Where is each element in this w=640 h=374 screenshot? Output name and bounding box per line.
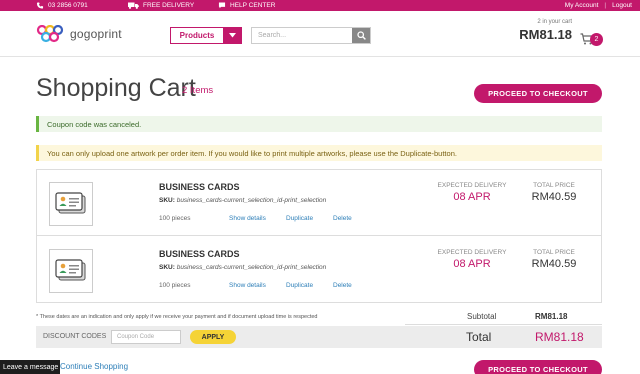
topbar-separator: | bbox=[604, 2, 607, 9]
summary-divider bbox=[405, 324, 602, 325]
sku-label: SKU: bbox=[159, 197, 175, 204]
logo-text: gogoprint bbox=[70, 27, 122, 41]
page-title: Shopping Cart bbox=[36, 74, 196, 102]
business-card-icon bbox=[55, 259, 86, 281]
business-card-thumbnail[interactable] bbox=[49, 182, 93, 226]
duplicate-link[interactable]: Duplicate bbox=[286, 215, 313, 222]
cart-items-table: BUSINESS CARDS SKU: business_cards-curre… bbox=[36, 169, 602, 303]
total-price-value: RM40.59 bbox=[531, 191, 577, 203]
phone-icon bbox=[36, 2, 44, 9]
coupon-code-input[interactable]: Coupon Code bbox=[111, 330, 181, 344]
cart-caption: 2 in your cart bbox=[537, 19, 572, 25]
expected-delivery-date: 08 APR bbox=[453, 191, 491, 203]
products-label: Products bbox=[179, 31, 215, 40]
expected-delivery-label: EXPECTED DELIVERY bbox=[437, 249, 507, 256]
phone-info[interactable]: 03 2856 0791 bbox=[36, 2, 88, 9]
chevron-down-icon bbox=[223, 28, 241, 43]
discount-codes-label: DISCOUNT CODES bbox=[43, 333, 107, 340]
help-center-label: HELP CENTER bbox=[230, 2, 276, 9]
product-name: BUSINESS CARDS bbox=[159, 182, 240, 192]
expected-delivery-date: 08 APR bbox=[453, 258, 491, 270]
products-dropdown[interactable]: Products bbox=[170, 27, 242, 44]
product-quantity: 100 pieces bbox=[159, 215, 191, 222]
warning-alert: You can only upload one artwork per orde… bbox=[36, 145, 602, 161]
cart-amount: RM81.18 bbox=[519, 27, 572, 42]
total-label: Total bbox=[466, 330, 492, 344]
delete-link[interactable]: Delete bbox=[333, 215, 352, 222]
cart-item-row: BUSINESS CARDS SKU: business_cards-curre… bbox=[37, 237, 601, 303]
cart-summary[interactable]: 2 in your cart RM81.18 bbox=[519, 19, 572, 42]
help-center-link[interactable]: HELP CENTER bbox=[218, 2, 275, 9]
search-icon bbox=[356, 31, 366, 40]
delivery-date-note: * These dates are an indication and only… bbox=[36, 314, 318, 320]
duplicate-link[interactable]: Duplicate bbox=[286, 282, 313, 289]
delivery-label: FREE DELIVERY bbox=[143, 2, 195, 9]
subtotal-label: Subtotal bbox=[467, 312, 497, 321]
delete-link[interactable]: Delete bbox=[333, 282, 352, 289]
gogoprint-logo-icon bbox=[36, 25, 64, 43]
search-bar: Search... bbox=[251, 27, 371, 44]
total-price-value: RM40.59 bbox=[531, 258, 577, 270]
site-header: gogoprint Products Search... 2 in your c… bbox=[0, 11, 640, 57]
my-account-link[interactable]: My Account bbox=[565, 2, 599, 9]
business-card-icon bbox=[55, 192, 86, 214]
subtotal-value: RM81.18 bbox=[535, 312, 568, 321]
proceed-to-checkout-button-bottom[interactable]: PROCEED TO CHECKOUT bbox=[474, 360, 602, 374]
product-sku: SKU: business_cards-current_selection_id… bbox=[159, 264, 326, 271]
show-details-link[interactable]: Show details bbox=[229, 215, 266, 222]
logo[interactable]: gogoprint bbox=[36, 25, 122, 43]
discount-bar: DISCOUNT CODES Coupon Code APPLY Total R… bbox=[36, 326, 602, 348]
sku-value: business_cards-current_selection_id-prin… bbox=[176, 264, 327, 271]
sku-label: SKU: bbox=[159, 264, 175, 271]
items-count: 2 Items bbox=[182, 85, 214, 96]
search-input[interactable]: Search... bbox=[252, 28, 352, 43]
sku-value: business_cards-current_selection_id-prin… bbox=[176, 197, 327, 204]
phone-number: 03 2856 0791 bbox=[48, 2, 88, 9]
search-button[interactable] bbox=[352, 28, 370, 43]
leave-message-tab[interactable]: Leave a message bbox=[0, 360, 60, 374]
business-card-thumbnail[interactable] bbox=[49, 249, 93, 293]
product-name: BUSINESS CARDS bbox=[159, 249, 240, 259]
delivery-info[interactable]: FREE DELIVERY bbox=[128, 2, 194, 9]
product-quantity: 100 pieces bbox=[159, 282, 191, 289]
cart-count-badge: 2 bbox=[590, 33, 603, 46]
total-price-label: TOTAL PRICE bbox=[533, 249, 575, 256]
proceed-to-checkout-button[interactable]: PROCEED TO CHECKOUT bbox=[474, 84, 602, 103]
truck-icon bbox=[128, 2, 139, 9]
show-details-link[interactable]: Show details bbox=[229, 282, 266, 289]
apply-coupon-button[interactable]: APPLY bbox=[190, 330, 236, 344]
total-price-label: TOTAL PRICE bbox=[533, 182, 575, 189]
success-alert: Coupon code was canceled. bbox=[36, 116, 602, 132]
cart-item-row: BUSINESS CARDS SKU: business_cards-curre… bbox=[37, 170, 601, 236]
expected-delivery-label: EXPECTED DELIVERY bbox=[437, 182, 507, 189]
continue-shopping-link[interactable]: Continue Shopping bbox=[60, 362, 128, 371]
top-bar: 03 2856 0791 FREE DELIVERY HELP CENTER M… bbox=[0, 0, 640, 11]
product-sku: SKU: business_cards-current_selection_id… bbox=[159, 197, 326, 204]
total-value: RM81.18 bbox=[535, 330, 584, 344]
logout-link[interactable]: Logout bbox=[612, 2, 632, 9]
chat-icon bbox=[218, 2, 226, 9]
